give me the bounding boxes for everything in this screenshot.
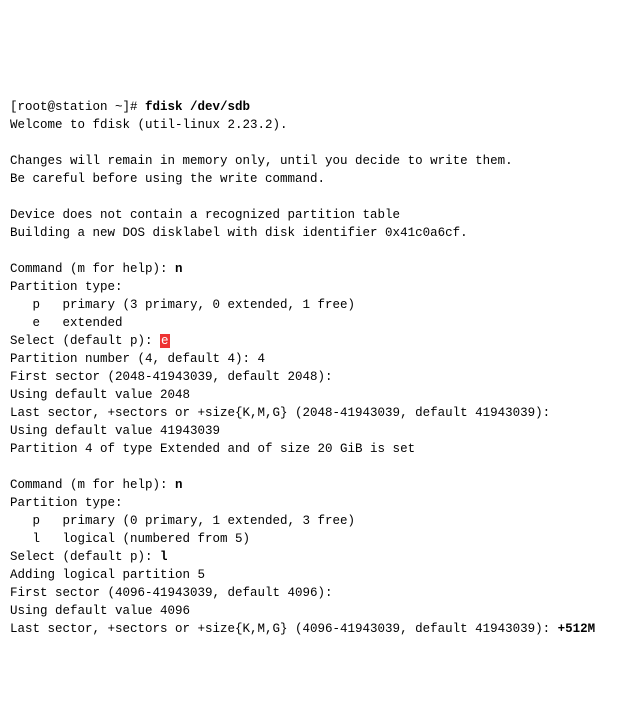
user-input: n [175,478,183,492]
output-line: Partition type: [10,280,123,294]
highlighted-input: e [160,334,170,348]
output-line: Using default value 41943039 [10,424,220,438]
fdisk-prompt: Command (m for help): [10,262,175,276]
output-line: Device does not contain a recognized par… [10,208,400,222]
output-line: p primary (3 primary, 0 extended, 1 free… [10,298,355,312]
output-line: Partition type: [10,496,123,510]
fdisk-prompt: Select (default p): [10,550,160,564]
command-text: fdisk /dev/sdb [145,100,250,114]
output-line: First sector (4096-41943039, default 409… [10,586,333,600]
output-line: First sector (2048-41943039, default 204… [10,370,333,384]
output-line: Changes will remain in memory only, unti… [10,154,513,168]
output-line: e extended [10,316,123,330]
output-line: Last sector, +sectors or +size{K,M,G} (4… [10,622,558,636]
user-input: l [160,550,168,564]
output-line: Partition number (4, default 4): 4 [10,352,265,366]
output-line: p primary (0 primary, 1 extended, 3 free… [10,514,355,528]
output-line: Adding logical partition 5 [10,568,205,582]
output-line: Welcome to fdisk (util-linux 2.23.2). [10,118,288,132]
output-line: l logical (numbered from 5) [10,532,250,546]
output-line: Last sector, +sectors or +size{K,M,G} (2… [10,406,550,420]
terminal-output: [root@station ~]# fdisk /dev/sdb Welcome… [10,80,630,638]
shell-prompt: [root@station ~]# [10,100,145,114]
fdisk-prompt: Select (default p): [10,334,160,348]
output-line: Be careful before using the write comman… [10,172,325,186]
output-line: Building a new DOS disklabel with disk i… [10,226,468,240]
fdisk-prompt: Command (m for help): [10,478,175,492]
output-line: Partition 4 of type Extended and of size… [10,442,415,456]
user-input: +512M [558,622,596,636]
output-line: Using default value 4096 [10,604,190,618]
output-line: Using default value 2048 [10,388,190,402]
user-input: n [175,262,183,276]
